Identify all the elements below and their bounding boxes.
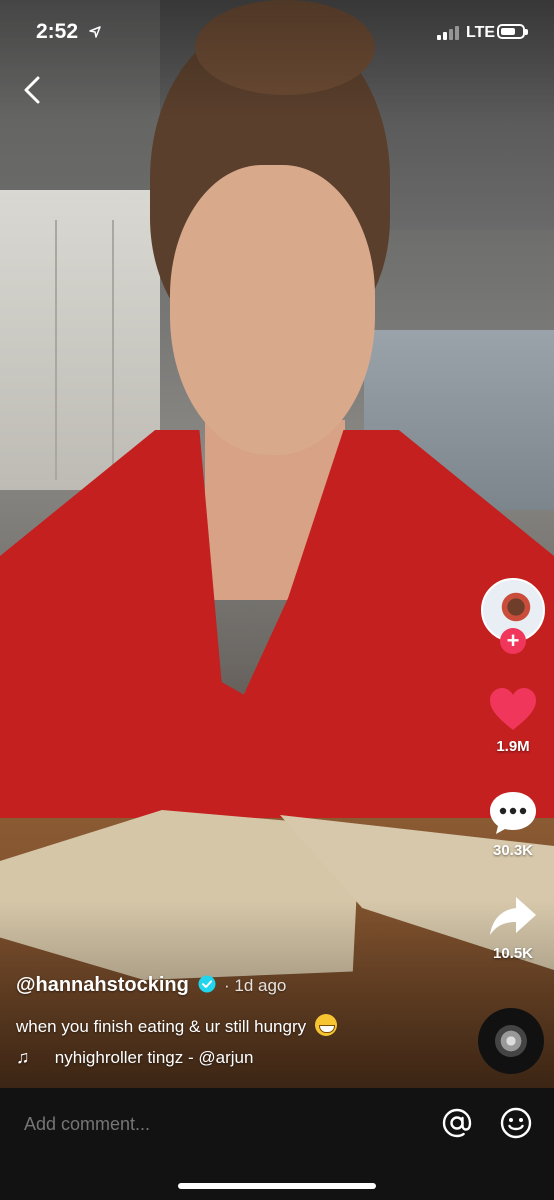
grinning-face-icon bbox=[314, 1014, 337, 1036]
share-count: 10.5K bbox=[492, 945, 534, 962]
music-note-icon: ♫ bbox=[16, 1047, 30, 1067]
battery-icon bbox=[497, 24, 528, 39]
sound-disc-button[interactable] bbox=[478, 1008, 544, 1074]
mention-button[interactable] bbox=[440, 1106, 474, 1140]
location-arrow-icon bbox=[89, 26, 101, 38]
smiley-icon bbox=[500, 1107, 532, 1139]
author-username[interactable]: @hannahstocking bbox=[16, 974, 189, 996]
share-button[interactable]: 10.5K bbox=[482, 895, 544, 962]
back-button[interactable] bbox=[16, 70, 50, 110]
battery-level bbox=[501, 28, 515, 35]
video-cabinet-line bbox=[55, 220, 57, 480]
video-person-face bbox=[170, 165, 375, 455]
creator-avatar-button[interactable]: + bbox=[481, 578, 545, 654]
post-time: · 1d ago bbox=[223, 976, 287, 995]
comment-button[interactable]: 30.3K bbox=[482, 790, 544, 859]
follow-button[interactable]: + bbox=[500, 628, 526, 654]
video-cabinet bbox=[0, 190, 160, 490]
sound-title: nyhighroller tingz - @arjun bbox=[54, 1048, 254, 1067]
chevron-left-icon bbox=[24, 76, 40, 104]
comment-count: 30.3K bbox=[492, 842, 534, 859]
comment-bubble-icon bbox=[490, 792, 536, 834]
status-time: 2:52 bbox=[36, 20, 79, 43]
heart-icon bbox=[490, 688, 536, 730]
music-disc-icon bbox=[495, 1025, 527, 1057]
network-type: LTE bbox=[466, 24, 496, 41]
caption: when you finish eating & ur still hungry bbox=[16, 1014, 466, 1037]
video-cabinet-line bbox=[112, 220, 114, 480]
emoji-button[interactable] bbox=[499, 1106, 533, 1140]
verified-badge-icon bbox=[198, 975, 216, 993]
video-player[interactable] bbox=[0, 0, 554, 1088]
post-info: @hannahstocking · 1d ago when you finish… bbox=[16, 974, 466, 1068]
status-bar: 2:52 LTE bbox=[0, 0, 554, 66]
home-indicator[interactable] bbox=[178, 1183, 376, 1189]
signal-icon bbox=[437, 26, 459, 40]
author-line: @hannahstocking · 1d ago bbox=[16, 974, 466, 997]
plus-icon: + bbox=[506, 628, 520, 653]
caption-text: when you finish eating & ur still hungry bbox=[16, 1017, 307, 1036]
like-button[interactable]: 1.9M bbox=[482, 686, 544, 755]
comment-input[interactable] bbox=[22, 1108, 406, 1140]
at-icon bbox=[442, 1108, 472, 1138]
sound-link[interactable]: ♫ nyhighroller tingz - @arjun bbox=[16, 1047, 466, 1068]
share-arrow-icon bbox=[490, 897, 536, 935]
like-count: 1.9M bbox=[496, 738, 530, 755]
